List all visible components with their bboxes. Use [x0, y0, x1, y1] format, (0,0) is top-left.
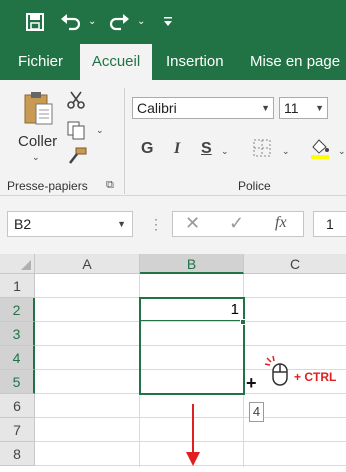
- column-header-c[interactable]: C: [244, 254, 346, 274]
- crosshair-cursor-icon: +: [246, 373, 257, 393]
- borders-icon[interactable]: [253, 139, 271, 162]
- row-header-8[interactable]: 8: [0, 442, 35, 466]
- underline-dropdown-icon[interactable]: ⌄: [221, 146, 229, 157]
- redo-icon[interactable]: [108, 11, 130, 34]
- formula-bar: B2 ▼ ⋮ ✕ ✓ fx 1: [0, 196, 346, 254]
- column-header-a[interactable]: A: [35, 254, 140, 274]
- row-header-4[interactable]: 4: [0, 346, 35, 370]
- name-box-value: B2: [14, 216, 32, 232]
- down-arrow-icon: [186, 404, 200, 472]
- ctrl-annotation: + CTRL: [294, 370, 337, 384]
- chevron-down-icon: ▼: [261, 103, 270, 113]
- paste-icon[interactable]: [22, 90, 54, 131]
- save-icon[interactable]: [26, 13, 44, 34]
- row-header-3[interactable]: 3: [0, 322, 35, 346]
- font-size-value: 11: [284, 100, 299, 116]
- quick-access-toolbar: ⌄ ⌄: [0, 0, 346, 44]
- formula-input[interactable]: 1: [313, 211, 346, 237]
- fill-color-icon[interactable]: [309, 137, 331, 164]
- tab-insertion[interactable]: Insertion: [157, 44, 233, 80]
- fill-handle-small[interactable]: [240, 319, 246, 325]
- borders-dropdown-icon[interactable]: ⌄: [282, 146, 290, 157]
- font-size-combo[interactable]: 11 ▼: [279, 97, 328, 119]
- font-name-combo[interactable]: Calibri ▼: [132, 97, 274, 119]
- font-group-label: Police: [238, 179, 271, 193]
- italic-button[interactable]: I: [174, 140, 180, 158]
- mouse-icon: [264, 355, 290, 392]
- redo-dropdown-icon[interactable]: ⌄: [137, 16, 145, 27]
- cut-icon[interactable]: [66, 90, 86, 115]
- copy-dropdown-icon[interactable]: ⌄: [96, 125, 104, 136]
- bold-button[interactable]: G: [141, 140, 153, 158]
- ribbon-tabs: Fichier Accueil Insertion Mise en page: [0, 44, 346, 80]
- clipboard-launcher-icon[interactable]: ⧉: [106, 179, 114, 192]
- row-header-2[interactable]: 2: [0, 298, 35, 322]
- cell-b2[interactable]: 1: [141, 299, 242, 321]
- row-header-1[interactable]: 1: [0, 274, 35, 298]
- chevron-down-icon: ▼: [315, 103, 324, 113]
- insert-function-button[interactable]: fx: [275, 214, 287, 232]
- row-header-7[interactable]: 7: [0, 418, 35, 442]
- row-header-6[interactable]: 6: [0, 394, 35, 418]
- ribbon-home: Coller ⌄ ⌄ Presse-papiers ⧉ Calibri ▼ 11…: [0, 80, 346, 196]
- fill-value-tooltip: 4: [249, 402, 264, 422]
- paste-dropdown-icon[interactable]: ⌄: [32, 152, 40, 163]
- underline-button[interactable]: S: [201, 140, 212, 158]
- enter-icon[interactable]: ✓: [229, 213, 244, 234]
- copy-icon[interactable]: [66, 120, 86, 145]
- worksheet-grid[interactable]: A B C 1 2 3 4 5 6 7 8 1 + + CTRL 4: [0, 254, 346, 467]
- tab-fichier[interactable]: Fichier: [9, 44, 72, 80]
- clipboard-group-label: Presse-papiers: [7, 179, 88, 193]
- chevron-down-icon: ▼: [117, 219, 126, 229]
- more-dots-icon: ⋮: [149, 216, 163, 232]
- cancel-icon[interactable]: ✕: [185, 213, 200, 234]
- fill-color-dropdown-icon[interactable]: ⌄: [338, 146, 346, 157]
- undo-icon[interactable]: [60, 11, 82, 34]
- column-header-b[interactable]: B: [140, 254, 244, 274]
- tab-mise-en-page[interactable]: Mise en page: [241, 44, 346, 80]
- paste-button[interactable]: Coller: [18, 133, 57, 150]
- tab-accueil[interactable]: Accueil: [80, 44, 152, 80]
- font-name-value: Calibri: [137, 100, 177, 116]
- select-all-corner[interactable]: [0, 254, 35, 274]
- name-box[interactable]: B2 ▼: [7, 211, 133, 237]
- row-header-5[interactable]: 5: [0, 370, 35, 394]
- group-separator: [124, 88, 125, 194]
- cell-b2-value: 1: [230, 301, 239, 318]
- undo-dropdown-icon[interactable]: ⌄: [88, 16, 96, 27]
- customize-qat-icon[interactable]: [163, 14, 173, 33]
- formula-buttons: ✕ ✓ fx: [172, 211, 304, 237]
- format-painter-icon[interactable]: [66, 147, 88, 172]
